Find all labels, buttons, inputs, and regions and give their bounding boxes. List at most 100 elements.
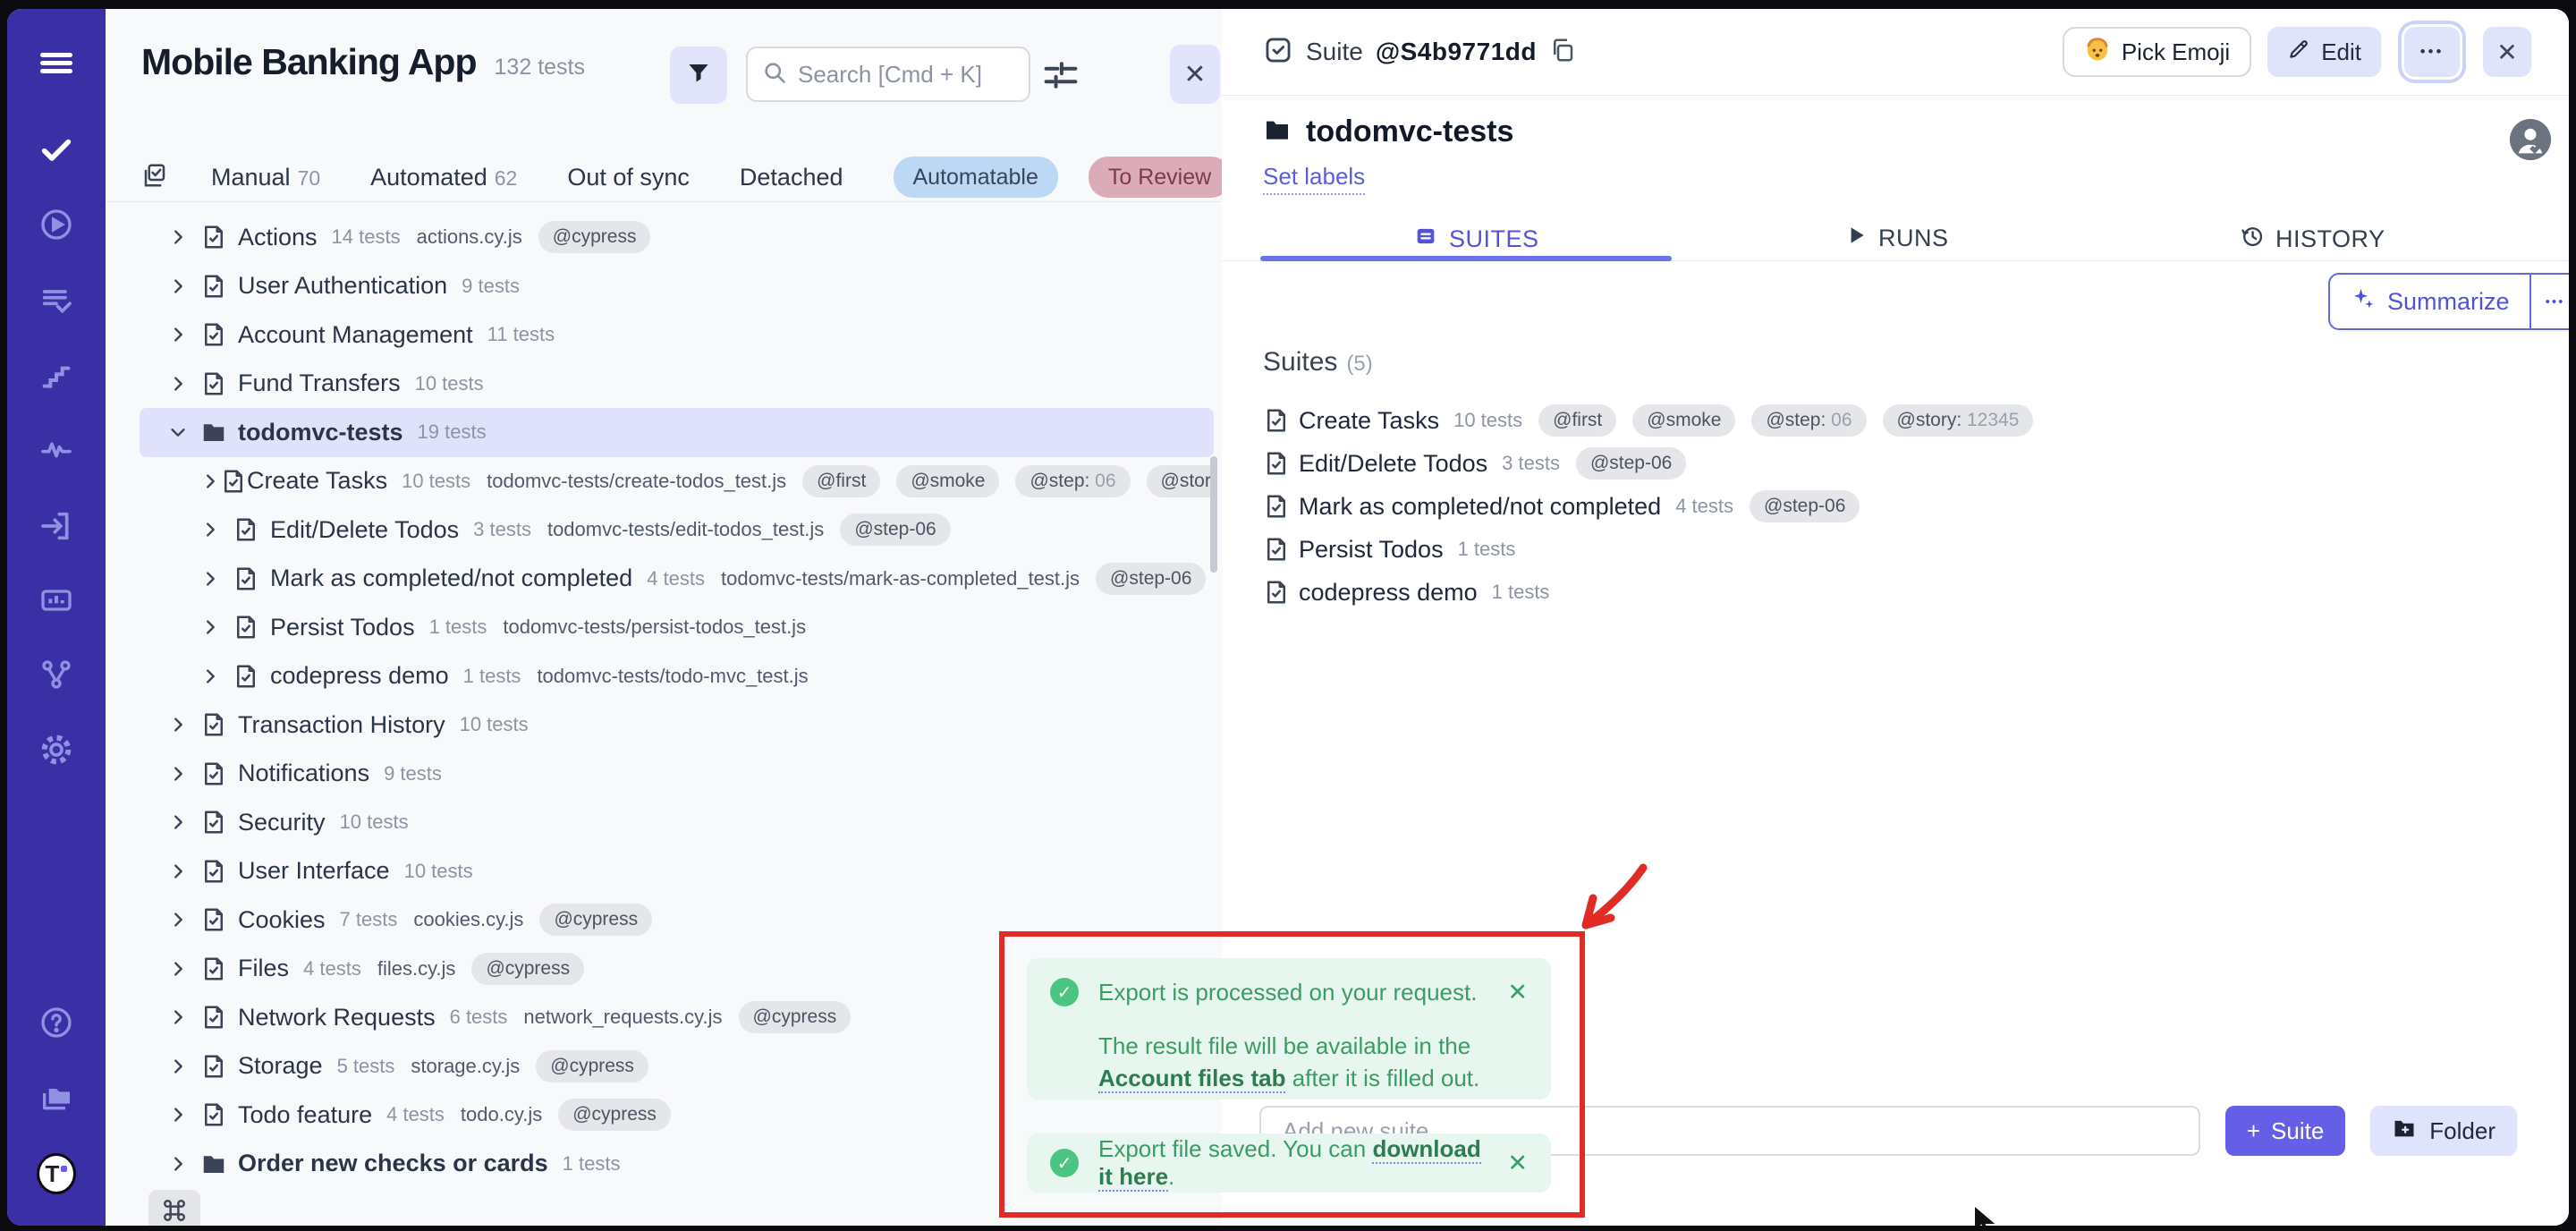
reports-icon[interactable] [37,581,76,620]
file-check-icon [233,614,270,641]
select-all-icon[interactable] [141,162,168,193]
suite-name: Edit/Delete Todos [270,516,459,544]
tag-badge: @first [1538,404,1616,437]
suite-list-item[interactable]: Create Tasks10 tests@first@smoke@step: 0… [1263,399,2533,442]
chevron-right-icon[interactable] [200,666,233,686]
steps-icon[interactable] [37,356,76,395]
collapse-panel-button[interactable]: ✕ [1170,45,1220,104]
suite-name: todomvc-tests [238,419,403,446]
chevron-right-icon[interactable] [200,617,233,637]
edit-button[interactable]: Edit [2267,27,2381,77]
filter-detached[interactable]: Detached [740,164,843,191]
chevron-right-icon[interactable] [168,227,200,247]
import-icon[interactable] [37,506,76,546]
test-count: 9 tests [384,762,442,785]
filter-out-of-sync[interactable]: Out of sync [567,164,690,191]
more-actions-button[interactable]: ••• [2404,27,2460,77]
menu-icon[interactable] [37,43,76,82]
tab-suites[interactable]: SUITES [1413,224,1539,255]
tag-badge: @smoke [1632,404,1735,437]
chevron-right-icon[interactable] [168,764,200,784]
app-logo[interactable]: T [37,1154,76,1193]
add-folder-button[interactable]: Folder [2370,1106,2517,1156]
branches-icon[interactable] [37,655,76,694]
tree-row[interactable]: User Interface10 tests [140,847,1214,896]
tree-row[interactable]: todomvc-tests19 tests [140,408,1214,457]
tab-runs[interactable]: RUNS [1844,224,1949,253]
help-icon[interactable] [37,1003,76,1042]
summarize-button[interactable]: Summarize ••• [2328,273,2569,330]
chevron-right-icon[interactable] [168,325,200,344]
test-plans-icon[interactable] [37,281,76,320]
test-count: 7 tests [340,908,398,931]
summarize-more-button[interactable]: ••• [2529,275,2569,328]
tree-row[interactable]: Transaction History10 tests [140,700,1214,750]
tree-row[interactable]: Cookies7 testscookies.cy.js@cypress [140,896,1214,945]
close-detail-button[interactable]: ✕ [2483,27,2531,77]
chevron-right-icon[interactable] [168,276,200,296]
toast-close-icon[interactable]: ✕ [1493,1150,1528,1177]
toast-export-saved: ✓ Export file saved. You can download it… [1027,1133,1551,1193]
filter-automated[interactable]: Automated62 [370,164,517,191]
tree-row[interactable]: User Authentication9 tests [140,262,1214,311]
chevron-right-icon[interactable] [168,374,200,394]
test-count: 1 tests [1492,581,1550,604]
tree-row[interactable]: Security10 tests [140,798,1214,847]
filter-button[interactable] [670,47,727,104]
pulse-icon[interactable] [37,430,76,470]
suite-name: Network Requests [238,1004,436,1031]
chevron-right-icon[interactable] [168,1057,200,1076]
tab-history[interactable]: HISTORY [2240,224,2385,255]
tree-row[interactable]: codepress demo1 teststodomvc-tests/todo-… [140,652,1214,701]
set-labels-link[interactable]: Set labels [1263,163,1365,195]
copy-icon[interactable] [1549,37,1576,68]
tree-row[interactable]: Account Management11 tests [140,310,1214,360]
chevron-right-icon[interactable] [168,1105,200,1125]
chevron-right-icon[interactable] [200,520,233,539]
success-check-icon: ✓ [1050,1149,1079,1177]
chevron-right-icon[interactable] [168,812,200,832]
file-check-icon [1263,493,1299,520]
suite-list-item[interactable]: codepress demo1 tests [1263,571,2533,614]
chevron-right-icon[interactable] [200,471,220,491]
filter-badge-automatable[interactable]: Automatable [894,157,1058,198]
assignee-avatar[interactable] [2510,119,2551,160]
tree-row[interactable]: Notifications9 tests [140,750,1214,799]
toast-close-icon[interactable]: ✕ [1493,979,1528,1006]
tree-row[interactable]: Persist Todos1 teststodomvc-tests/persis… [140,603,1214,652]
account-files-tab-link[interactable]: Account files tab [1098,1065,1285,1093]
chevron-right-icon[interactable] [200,569,233,589]
suite-name: Account Management [238,321,473,349]
pick-emoji-button[interactable]: Pick Emoji [2063,27,2251,77]
tree-row[interactable]: Fund Transfers10 tests [140,360,1214,409]
tree-row[interactable]: Create Tasks10 teststodomvc-tests/create… [140,457,1214,506]
add-suite-button[interactable]: + Suite [2225,1106,2345,1156]
projects-icon[interactable] [37,1078,76,1117]
display-settings-icon[interactable] [1041,57,1080,93]
tree-row[interactable]: Actions14 testsactions.cy.js@cypress [140,213,1214,262]
chevron-right-icon[interactable] [168,715,200,734]
suite-name: Persist Todos [1299,536,1444,564]
chevron-right-icon[interactable] [168,959,200,979]
chevron-down-icon[interactable] [168,422,200,442]
search-input[interactable] [798,61,1014,89]
tree-row[interactable]: Edit/Delete Todos3 teststodomvc-tests/ed… [140,505,1214,555]
settings-gear-icon[interactable] [37,730,76,769]
suite-list-item[interactable]: Edit/Delete Todos3 tests@step-06 [1263,442,2533,485]
filter-row: Manual70 Automated62 Out of sync Detached A… [141,152,1261,202]
suite-list-item[interactable]: Persist Todos1 tests [1263,528,2533,571]
filter-badge-to-review[interactable]: To Review [1089,157,1231,198]
tag-badge: @cypress [536,1050,648,1082]
tree-row[interactable]: Mark as completed/not completed4 teststo… [140,555,1214,604]
scrollbar-thumb[interactable] [1210,456,1217,573]
filter-manual[interactable]: Manual70 [211,164,320,191]
chevron-right-icon[interactable] [168,910,200,930]
tag-badge: @cypress [538,221,651,253]
suite-list-item[interactable]: Mark as completed/not completed4 tests@s… [1263,485,2533,528]
tests-check-icon[interactable] [37,130,76,169]
chevron-right-icon[interactable] [168,862,200,881]
runs-play-icon[interactable] [37,205,76,244]
chevron-right-icon[interactable] [168,1154,200,1174]
chevron-right-icon[interactable] [168,1007,200,1027]
command-key-badge[interactable] [148,1190,200,1226]
